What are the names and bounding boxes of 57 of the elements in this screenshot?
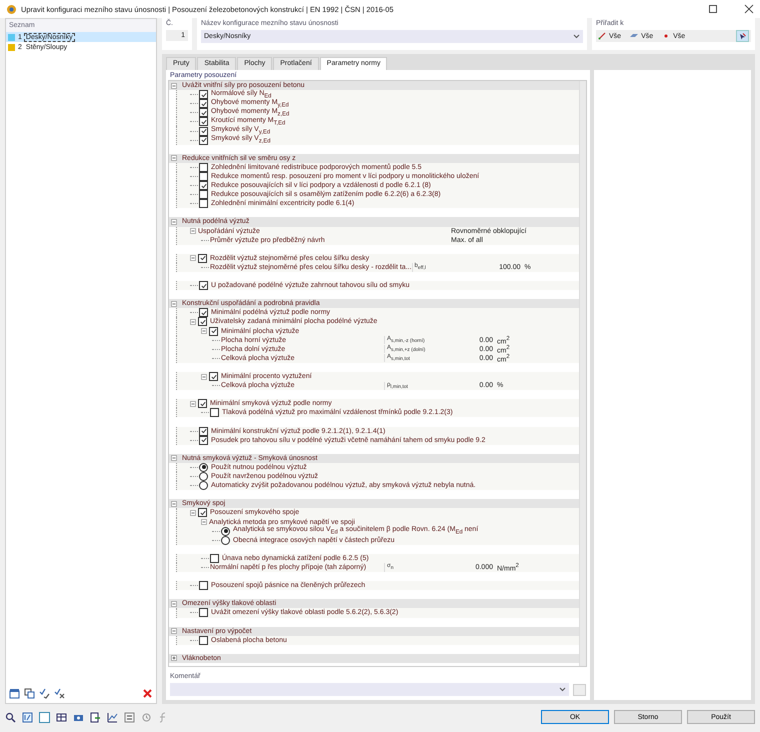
collapse-toggle[interactable]: [201, 328, 207, 334]
checkbox[interactable]: [198, 317, 207, 326]
radio-button[interactable]: [199, 481, 208, 490]
checkbox[interactable]: [199, 581, 208, 590]
node-icon: [662, 32, 670, 40]
checkbox[interactable]: [199, 281, 208, 290]
expand-toggle[interactable]: [171, 655, 177, 662]
checkbox[interactable]: [199, 108, 208, 118]
collapse-toggle[interactable]: [171, 300, 177, 307]
collapse-toggle[interactable]: [190, 510, 196, 516]
collapse-toggle[interactable]: [171, 218, 177, 225]
collapse-toggle[interactable]: [201, 519, 207, 526]
collapse-toggle[interactable]: [190, 400, 196, 407]
copy-icon[interactable]: [24, 688, 35, 699]
collapse-toggle[interactable]: [190, 318, 196, 325]
checkbox[interactable]: [199, 199, 208, 208]
checkbox[interactable]: [198, 399, 207, 408]
check-list-icon[interactable]: [39, 688, 50, 699]
new-icon[interactable]: [9, 688, 20, 699]
checkbox[interactable]: [199, 117, 208, 126]
app-icon: [6, 4, 17, 14]
close-icon[interactable]: [744, 4, 754, 14]
delete-icon[interactable]: [142, 688, 153, 699]
collapse-toggle[interactable]: [190, 228, 196, 234]
collapse-toggle[interactable]: [171, 600, 177, 607]
assign-button[interactable]: [736, 30, 749, 42]
checkbox[interactable]: [199, 126, 208, 136]
checkbox[interactable]: [199, 181, 208, 190]
checkbox[interactable]: [199, 608, 208, 618]
frame-icon[interactable]: [39, 712, 50, 722]
chevron-icon: [573, 34, 580, 39]
collapse-toggle[interactable]: [190, 255, 196, 262]
radio-button[interactable]: [221, 536, 230, 545]
checkbox[interactable]: [209, 372, 218, 382]
table-icon[interactable]: [56, 712, 67, 722]
search-icon[interactable]: [5, 712, 16, 722]
collapse-toggle[interactable]: [171, 155, 177, 162]
collapse-toggle[interactable]: [171, 628, 177, 634]
checkbox[interactable]: [210, 408, 219, 418]
plane-icon: [630, 32, 638, 40]
radio-button[interactable]: [199, 472, 208, 482]
chevron-icon: [559, 687, 566, 692]
uncheck-list-icon[interactable]: [54, 688, 65, 699]
collapse-toggle[interactable]: [171, 500, 177, 507]
collapse-toggle[interactable]: [171, 82, 177, 89]
checkbox[interactable]: [199, 90, 208, 100]
checkbox[interactable]: [198, 508, 207, 518]
line-icon: [598, 32, 606, 40]
checkbox[interactable]: [199, 308, 208, 318]
collapse-toggle[interactable]: [171, 455, 177, 462]
checkbox[interactable]: [199, 99, 208, 108]
checkbox[interactable]: [199, 190, 208, 200]
maximize-icon[interactable]: [708, 4, 718, 14]
cursor-icon: [739, 32, 746, 40]
chart-icon[interactable]: [107, 712, 118, 722]
scrollbar[interactable]: [579, 81, 586, 666]
collapse-toggle[interactable]: [201, 374, 207, 380]
